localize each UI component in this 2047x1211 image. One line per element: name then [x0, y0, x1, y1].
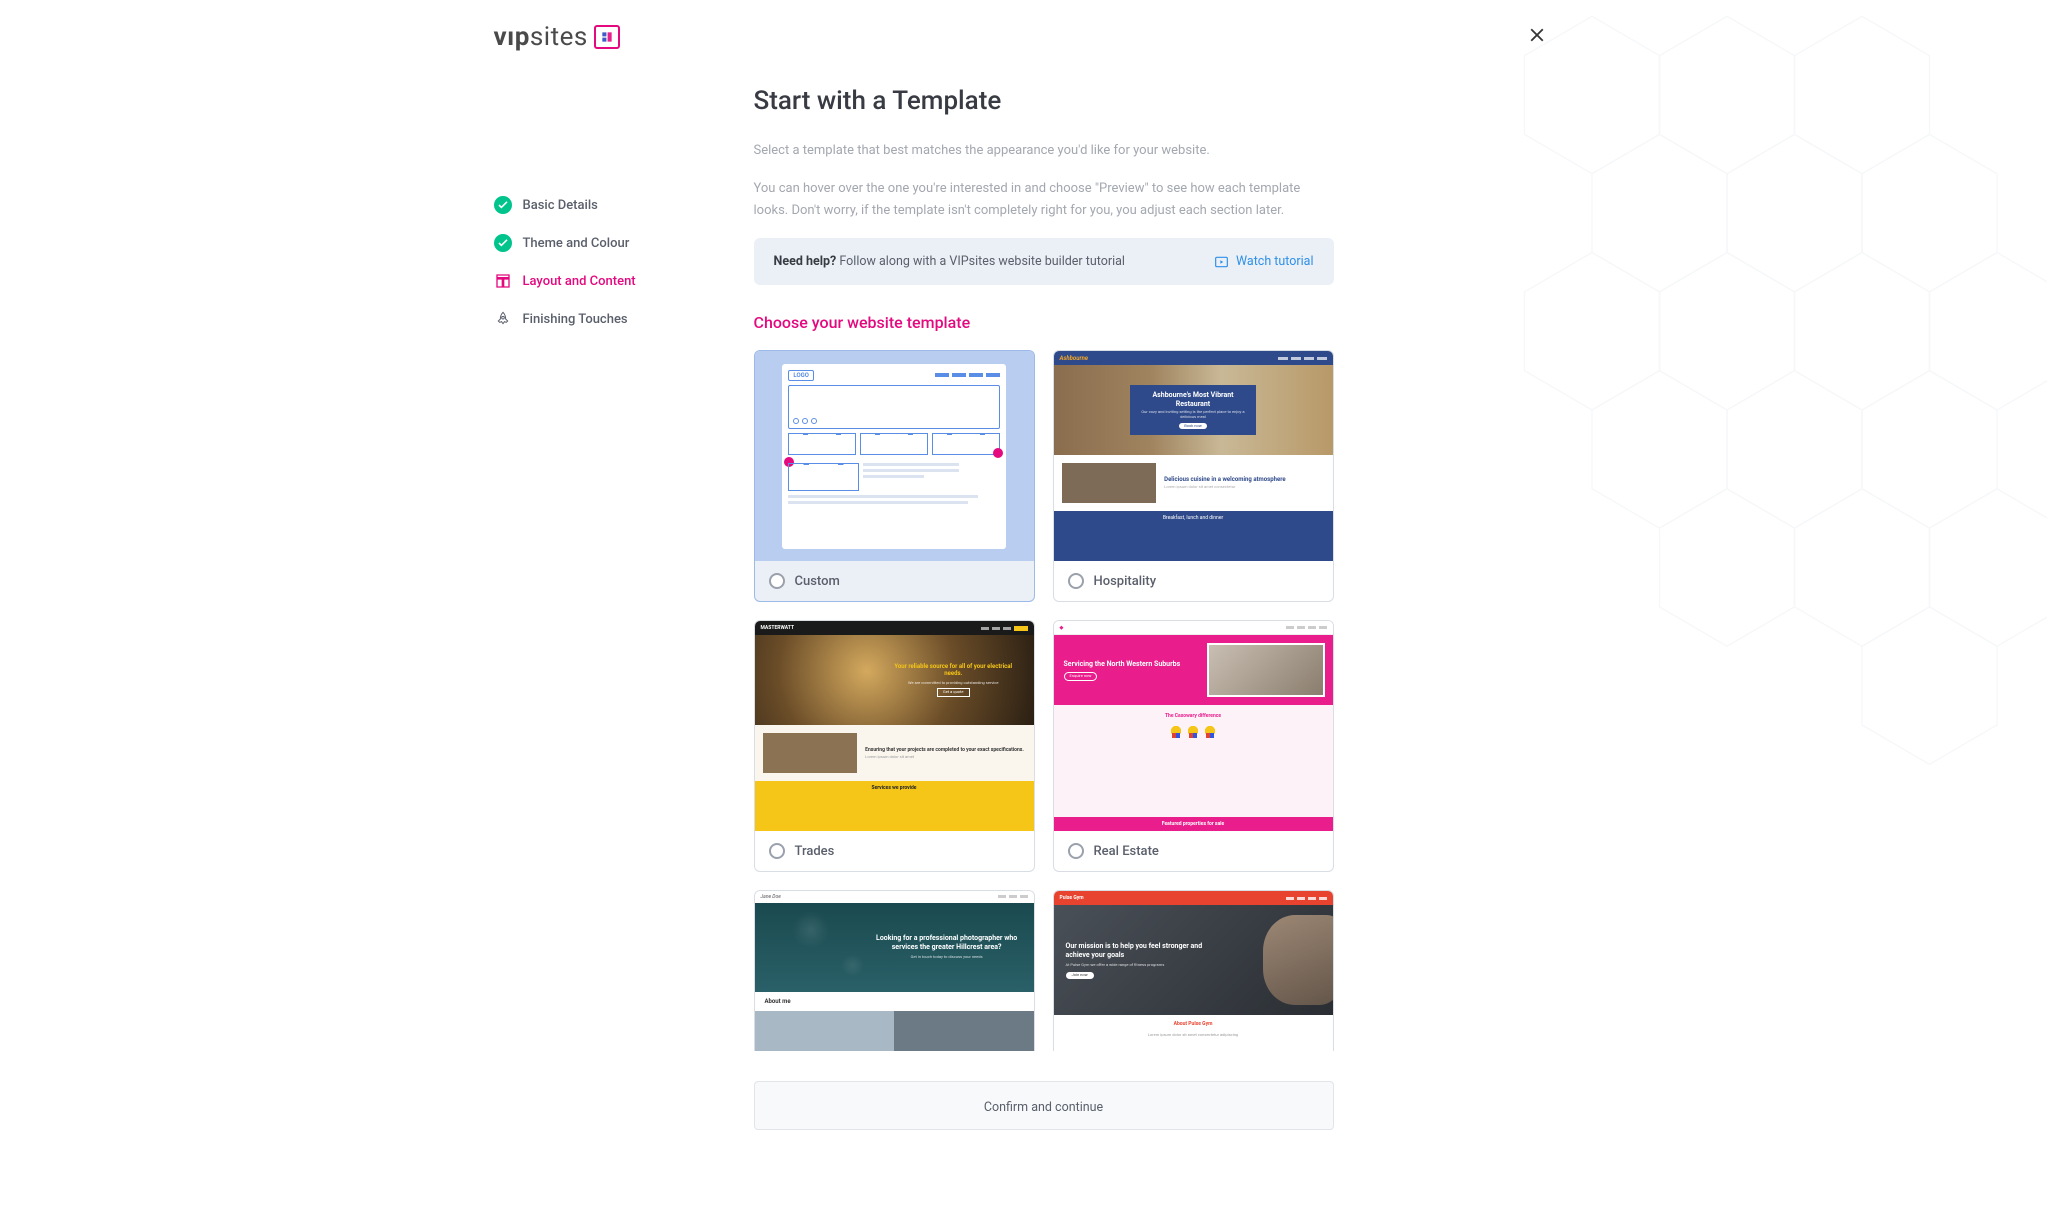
step-label: Layout and Content [523, 274, 636, 289]
template-thumbnail: Ashbourne Ashbourne's Most Vibrant Resta… [1054, 351, 1333, 561]
logo-text: vıpsites [494, 22, 588, 52]
template-card-hospitality[interactable]: Ashbourne Ashbourne's Most Vibrant Resta… [1053, 350, 1334, 602]
layout-icon [494, 272, 512, 290]
radio-button[interactable] [1068, 843, 1084, 859]
template-label: Hospitality [1094, 574, 1157, 589]
step-label: Finishing Touches [523, 312, 628, 327]
template-card-photography[interactable]: Jane Doe Looking for a professional phot… [754, 890, 1035, 1051]
rocket-icon [494, 310, 512, 328]
step-label: Basic Details [523, 198, 598, 213]
step-theme-colour[interactable]: Theme and Colour [494, 224, 714, 262]
radio-button[interactable] [769, 573, 785, 589]
play-video-icon [1214, 255, 1229, 269]
help-banner: Need help? Follow along with a VIPsites … [754, 238, 1334, 285]
template-card-gym[interactable]: Pulse Gym Our mission is to help you fee… [1053, 890, 1334, 1051]
watch-tutorial-link[interactable]: Watch tutorial [1214, 254, 1314, 269]
topbar: vıpsites [494, 18, 1554, 86]
template-label: Trades [795, 844, 835, 859]
template-label: Custom [795, 574, 840, 589]
template-grid: LOGO Custom [754, 350, 1334, 1051]
template-thumbnail: ◆ Servicing the North Western SuburbsEnq… [1054, 621, 1333, 831]
logo-icon [594, 25, 620, 49]
template-thumbnail: LOGO [755, 351, 1034, 561]
logo: vıpsites [494, 22, 620, 52]
template-card-custom[interactable]: LOGO Custom [754, 350, 1035, 602]
step-label: Theme and Colour [523, 236, 630, 251]
step-finishing-touches[interactable]: Finishing Touches [494, 300, 714, 338]
confirm-continue-button[interactable]: Confirm and continue [984, 1100, 1103, 1115]
template-card-trades[interactable]: MASTERWATT Your reliable source for all … [754, 620, 1035, 872]
steps-sidebar: Basic Details Theme and Colour Layout an… [494, 86, 714, 1130]
radio-button[interactable] [769, 843, 785, 859]
check-circle-icon [494, 196, 512, 214]
page-title: Start with a Template [754, 86, 1334, 116]
check-circle-icon [494, 234, 512, 252]
close-button[interactable] [1520, 18, 1554, 56]
help-text: Need help? Follow along with a VIPsites … [774, 254, 1125, 269]
page-description-1: Select a template that best matches the … [754, 140, 1334, 162]
step-layout-content[interactable]: Layout and Content [494, 262, 714, 300]
template-thumbnail: MASTERWATT Your reliable source for all … [755, 621, 1034, 831]
step-basic-details[interactable]: Basic Details [494, 186, 714, 224]
main-content: Start with a Template Select a template … [754, 86, 1334, 1130]
template-thumbnail: Pulse Gym Our mission is to help you fee… [1054, 891, 1333, 1051]
template-label: Real Estate [1094, 844, 1159, 859]
close-icon [1526, 24, 1548, 46]
page-description-2: You can hover over the one you're intere… [754, 178, 1334, 222]
confirm-bar: Confirm and continue [754, 1081, 1334, 1130]
template-card-real-estate[interactable]: ◆ Servicing the North Western SuburbsEnq… [1053, 620, 1334, 872]
section-title: Choose your website template [754, 313, 1334, 332]
template-thumbnail: Jane Doe Looking for a professional phot… [755, 891, 1034, 1051]
radio-button[interactable] [1068, 573, 1084, 589]
